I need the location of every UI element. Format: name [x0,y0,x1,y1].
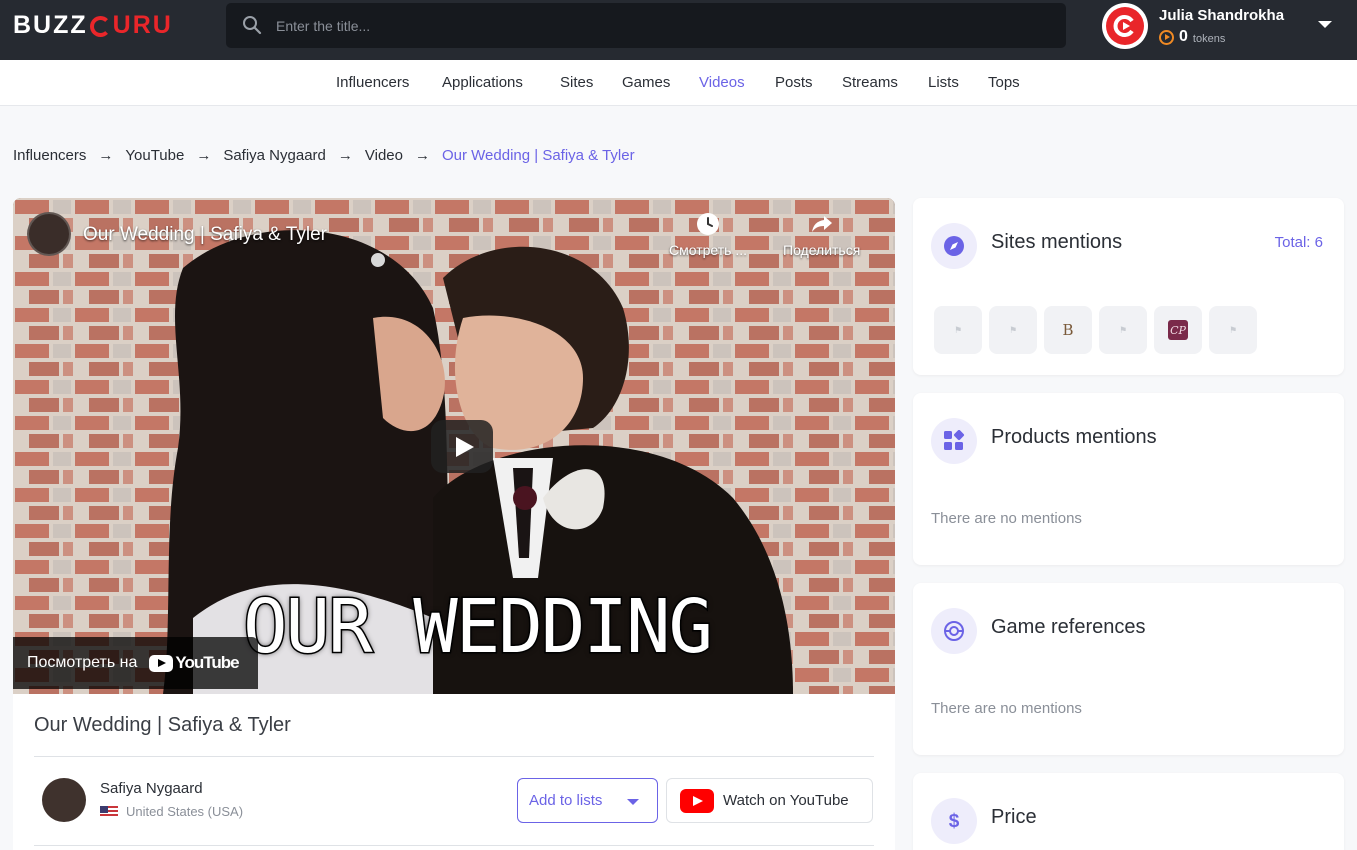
user-menu-chevron-down-icon[interactable] [1318,21,1332,28]
breadcrumb-separator: → [414,147,430,164]
youtube-logo: YouTube [149,653,240,673]
buzzguru-logo[interactable]: BUZZ URU [13,10,173,39]
search-bar [226,3,1066,48]
video-info-card: Our Wedding | Safiya & Tyler Safiya Nyga… [13,694,895,850]
us-flag-icon [100,805,118,818]
site-favicon-1[interactable]: ⚑ [934,306,982,354]
breadcrumb-item-channel[interactable]: Safiya Nygaard [223,147,326,164]
user-name[interactable]: Julia Shandrokha [1159,7,1284,24]
channel-avatar[interactable] [27,212,71,256]
sites-list: ⚑ ⚑ B ⚑ CP ⚑ [934,306,1257,354]
breadcrumb-separator: → [196,147,212,164]
thumbnail-title-text: OUR WEDDING [241,583,714,672]
play-button[interactable] [431,420,493,473]
dollar-icon: $ [931,798,977,844]
watch-on-youtube-button[interactable]: Watch on YouTube [666,778,873,823]
youtube-play-icon [149,654,174,672]
sites-mentions-title: Sites mentions [991,231,1123,253]
flag-icon: ⚑ [1008,324,1018,335]
site-favicon-5[interactable]: CP [1154,306,1202,354]
breadcrumb-separator: → [98,147,114,164]
compass-icon [931,223,977,269]
site-cp-logo: CP [1168,320,1188,340]
flag-icon: ⚑ [953,324,963,335]
breadcrumb-item-current: Our Wedding | Safiya & Tyler [441,147,635,164]
add-to-lists-label: Add to lists [529,792,603,809]
divider [34,845,874,846]
clock-icon [697,213,719,235]
watch-later-button[interactable]: Смотреть ... [669,212,747,258]
youtube-word: YouTube [175,653,239,672]
search-icon [243,16,262,35]
site-favicon-6[interactable]: ⚑ [1209,306,1257,354]
watch-on-youtube-label: Watch on YouTube [723,792,849,809]
logo-guru-text: URU [112,10,173,39]
nav-item-videos[interactable]: Videos [699,74,745,91]
target-icon [931,608,977,654]
share-button[interactable]: Поделиться [783,212,860,258]
tokens-label: tokens [1192,32,1226,45]
tokens-balance: 0 tokens [1159,28,1225,46]
logo-buzz-text: BUZZ [13,10,88,39]
products-mentions-title: Products mentions [991,426,1157,448]
svg-text:$: $ [949,811,960,832]
nav-item-tops[interactable]: Tops [988,74,1020,91]
main-nav: Influencers Applications Sites Games Vid… [0,60,1357,106]
price-card: $ Price [913,773,1344,850]
sites-mentions-total[interactable]: Total: 6 [1275,234,1323,251]
nav-item-applications[interactable]: Applications [442,74,523,91]
search-input[interactable] [276,3,1046,48]
breadcrumb: Influencers → YouTube → Safiya Nygaard →… [13,147,635,164]
site-favicon-4[interactable]: ⚑ [1099,306,1147,354]
video-overlay-title[interactable]: Our Wedding | Safiya & Tyler [83,224,327,246]
game-references-title: Game references [991,616,1146,638]
video-title: Our Wedding | Safiya & Tyler [34,714,291,736]
nav-item-posts[interactable]: Posts [775,74,813,91]
site-favicon-2[interactable]: ⚑ [989,306,1037,354]
breadcrumb-separator: → [337,147,353,164]
nav-item-sites[interactable]: Sites [560,74,593,91]
price-title: Price [991,806,1037,828]
share-arrow-icon [811,216,832,232]
share-label: Поделиться [783,242,861,258]
watch-on-label: Посмотреть на [27,654,138,671]
nav-item-games[interactable]: Games [622,74,670,91]
channel-avatar[interactable] [42,778,86,822]
flag-icon: ⚑ [1228,324,1238,335]
user-avatar[interactable] [1102,3,1148,49]
chevron-down-icon [627,799,639,805]
breadcrumb-item-influencers[interactable]: Influencers [13,147,86,164]
channel-name[interactable]: Safiya Nygaard [100,780,203,797]
nav-item-lists[interactable]: Lists [928,74,959,91]
country-label: United States (USA) [126,804,244,819]
site-favicon-3[interactable]: B [1044,306,1092,354]
watch-later-label: Смотреть ... [669,242,747,258]
add-to-lists-button[interactable]: Add to lists [517,778,658,823]
breadcrumb-item-video[interactable]: Video [365,147,403,164]
video-player[interactable]: Our Wedding | Safiya & Tyler Смотреть ..… [13,198,895,694]
nav-item-streams[interactable]: Streams [842,74,898,91]
youtube-icon [680,788,714,813]
products-empty-state: There are no mentions [931,510,1082,527]
flag-icon: ⚑ [1118,324,1128,335]
tokens-count: 0 [1179,28,1188,45]
logo-g-mark-icon [89,15,111,37]
widgets-icon [931,418,977,464]
top-bar: BUZZ URU Julia Shandrokha 0 tokens [0,0,1357,60]
breadcrumb-item-youtube[interactable]: YouTube [125,147,184,164]
watch-on-youtube-overlay[interactable]: Посмотреть на YouTube [13,637,258,689]
nav-item-influencers[interactable]: Influencers [336,74,409,91]
site-b-logo: B [1062,321,1074,339]
channel-country: United States (USA) [100,804,243,819]
sites-mentions-card: Sites mentions Total: 6 ⚑ ⚑ B ⚑ CP ⚑ [913,198,1344,375]
user-avatar-logo-icon [1106,7,1144,45]
divider [34,756,874,757]
products-mentions-card: Products mentions There are no mentions [913,393,1344,565]
game-references-empty-state: There are no mentions [931,700,1082,717]
token-play-icon [1159,29,1174,45]
game-references-card: Game references There are no mentions [913,583,1344,755]
